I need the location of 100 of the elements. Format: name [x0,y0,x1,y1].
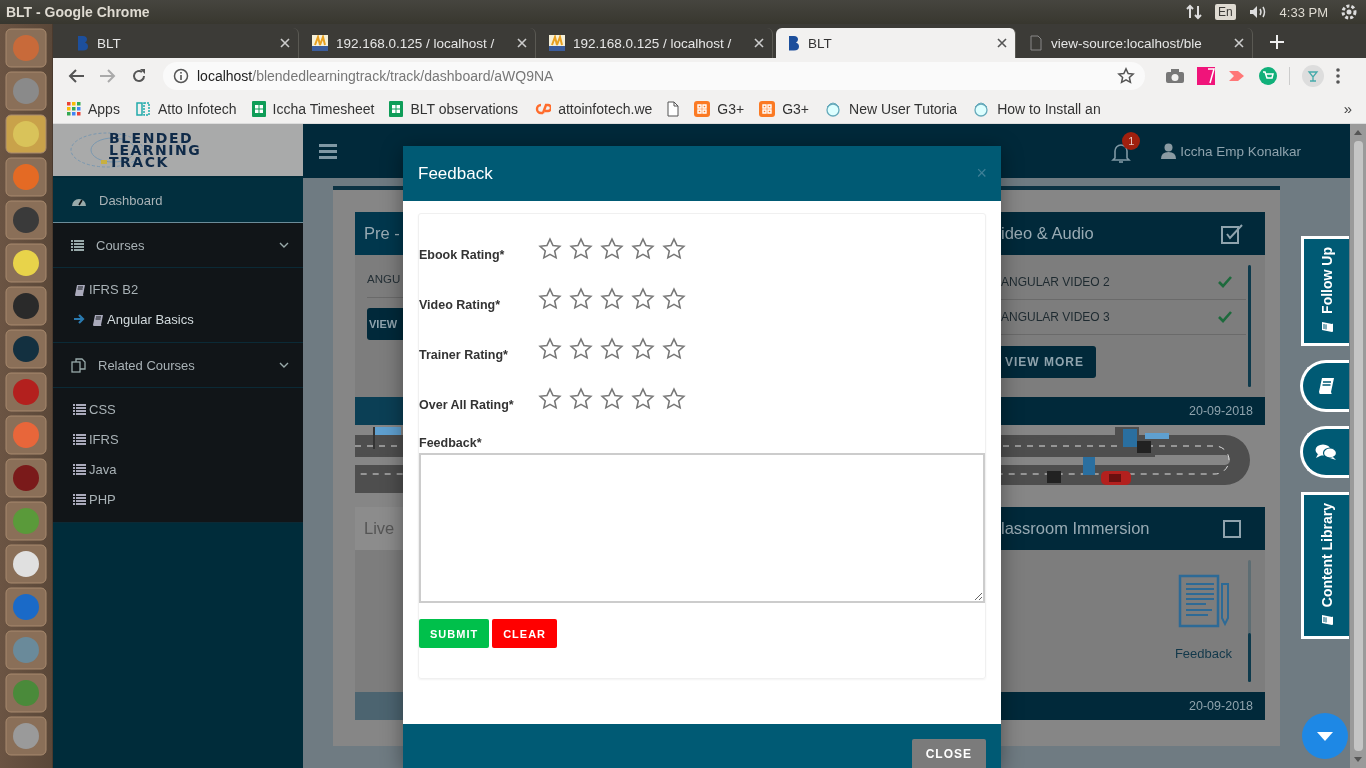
bookmark-link[interactable]: BLT observations [410,100,519,117]
view-more-button[interactable]: VIEW MORE [1001,346,1096,378]
spreadsheet-icon[interactable] [389,100,404,117]
book-icon [1319,320,1334,334]
star-icon[interactable] [630,286,656,312]
star-icon[interactable] [661,236,687,262]
close-icon[interactable] [997,38,1007,48]
card-title: ideo & Audio [1001,224,1094,243]
cloud-figure-icon[interactable] [972,99,991,118]
camera-icon[interactable] [1165,68,1185,84]
page-icon[interactable] [667,100,680,117]
page-icon [1029,35,1043,51]
volume-icon[interactable] [1247,4,1268,20]
app-icon[interactable] [5,200,47,240]
bookmarks-overflow-button[interactable]: » [1343,100,1352,117]
logo-text: TRACK [109,156,169,168]
star-icon[interactable] [568,336,594,362]
sidebar-subitem[interactable]: IFRS [73,424,303,454]
date-text: 20-09-2018 [1189,404,1253,418]
xampp-icon[interactable] [694,100,711,117]
star-icon[interactable] [630,336,656,362]
star-icon[interactable] [661,386,687,412]
side-tab[interactable]: Follow Up [1301,236,1349,346]
star-icon[interactable] [537,286,563,312]
app-icon[interactable] [5,716,47,756]
new-tab-icon[interactable] [1270,35,1284,49]
scrollbar[interactable] [1350,124,1366,768]
app-icon[interactable] [5,329,47,369]
cloud-figure-icon[interactable] [824,99,842,118]
sidebar-item[interactable]: Related Courses [53,343,303,388]
feedback-field[interactable] [419,453,985,603]
clock-text[interactable]: 4:33 PM [1279,4,1328,20]
extension-icon[interactable] [1197,67,1215,85]
star-rating[interactable] [537,236,687,262]
star-icon[interactable] [568,386,594,412]
star-rating[interactable] [537,286,687,312]
sidebar-subitem[interactable]: IFRS B2 [73,274,303,304]
apps-grid-icon[interactable] [67,101,81,116]
app-icon[interactable] [5,544,47,584]
clear-button[interactable]: CLEAR [492,619,558,648]
app-icon[interactable] [5,286,47,326]
star-icon[interactable] [537,336,563,362]
chat-button[interactable] [1300,425,1349,478]
star-icon[interactable] [599,236,625,262]
bookmark-link[interactable]: G3+ [717,100,745,117]
scrollbar[interactable] [1248,265,1251,387]
cart-icon[interactable] [1259,67,1277,85]
star-icon[interactable] [661,286,687,312]
bookmark-link[interactable]: attoinfotech.we [558,100,653,117]
app-icon[interactable] [5,243,47,283]
star-icon[interactable] [568,286,594,312]
bookmark-link[interactable]: New User Tutoria [849,100,958,117]
address-bar[interactable]: localhost/blendedlearningtrack/track/dashboard/aWQ9NA [163,62,1145,90]
back-arrow-icon[interactable] [67,68,85,84]
sidebar-item[interactable]: Dashboard [53,178,303,223]
menu-icon[interactable] [319,143,337,159]
bookmark-link[interactable]: Atto Infotech [157,100,237,117]
network-arrows-icon[interactable] [1184,4,1203,20]
star-rating[interactable] [537,386,687,412]
dropdown-fab-icon[interactable] [1302,713,1348,759]
app-icon[interactable] [5,458,47,498]
view-button[interactable]: VIEW [367,308,403,340]
bookmark-link[interactable]: How to Install an [997,100,1101,117]
sidebar-item[interactable]: Courses [53,223,303,268]
profile-avatar-icon[interactable] [1302,65,1324,87]
sidebar-subitem[interactable]: CSS [73,394,303,424]
sidebar-subitem[interactable]: Java [73,454,303,484]
bookmark-link[interactable]: Iccha Timesheet [272,100,375,117]
close-button[interactable]: CLOSE [911,739,986,768]
browser-tab[interactable]: BLT [776,28,1016,58]
bookmark-link[interactable]: G3+ [782,100,809,117]
keyboard-language-indicator[interactable]: En [1214,4,1236,20]
spreadsheet-icon[interactable] [251,100,266,117]
star-icon[interactable] [568,236,594,262]
star-icon[interactable] [661,336,687,362]
app-icon[interactable] [5,114,47,154]
star-icon[interactable] [630,386,656,412]
sidebar-subitem[interactable]: Angular Basics [73,304,303,334]
star-rating[interactable] [537,336,687,362]
video-item-text: ANGULAR VIDEO 3 [1001,310,1110,324]
user-name[interactable]: Iccha Emp Konalkar [1180,143,1301,159]
site-icon[interactable] [533,101,552,116]
menu-dots-icon[interactable] [1336,68,1340,84]
bookmark-link[interactable]: Apps [88,100,120,117]
book-icon [1316,375,1336,396]
sidebar-subitem[interactable]: PHP [73,484,303,514]
star-icon[interactable] [630,236,656,262]
scrollbar[interactable] [1248,560,1251,682]
power-gear-icon[interactable] [1340,3,1358,21]
xampp-icon[interactable] [759,100,776,117]
star-icon[interactable] [599,386,625,412]
book-button[interactable] [1300,359,1349,412]
star-icon[interactable] [599,336,625,362]
reload-icon[interactable] [131,68,147,84]
star-icon[interactable] [599,286,625,312]
card-title: Pre - [364,224,400,243]
side-tab[interactable]: Content Library [1301,491,1349,640]
bookmark-star-icon[interactable] [1117,67,1135,85]
star-icon[interactable] [537,386,563,412]
star-icon[interactable] [537,236,563,262]
